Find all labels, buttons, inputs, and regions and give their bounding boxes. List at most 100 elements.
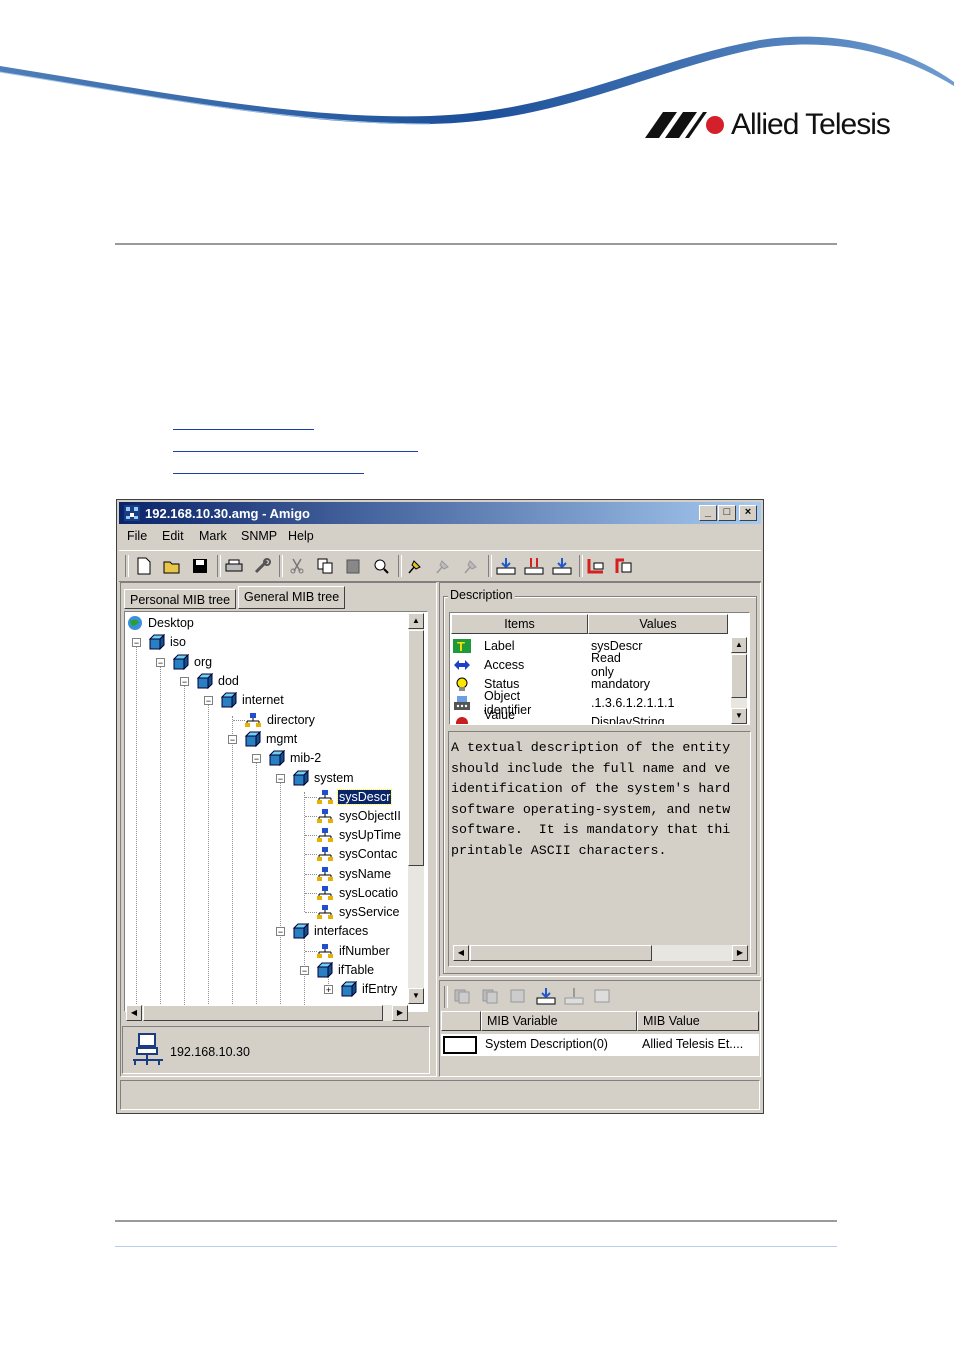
unpin-icon[interactable] (432, 555, 454, 577)
scroll-thumb[interactable] (731, 654, 747, 698)
tree-node-system[interactable]: system (291, 769, 355, 787)
collapse-org-icon[interactable]: − (156, 658, 165, 668)
tree-node-iso[interactable]: iso (147, 633, 187, 651)
scroll-thumb[interactable] (470, 945, 652, 961)
tab-general-mib-tree[interactable]: General MIB tree (238, 586, 346, 609)
tree-node-sysservices[interactable]: sysService (316, 903, 400, 921)
collapse-iso-icon[interactable]: − (132, 638, 141, 648)
tree-node-internet[interactable]: internet (219, 691, 285, 709)
tree-node-dod[interactable]: dod (195, 672, 240, 690)
snmp-getnext-icon[interactable] (523, 555, 545, 577)
scroll-thumb[interactable] (143, 1005, 383, 1021)
snmp-set-icon[interactable] (585, 555, 607, 577)
unpin-all-icon[interactable] (460, 555, 482, 577)
property-row[interactable]: Status mandatory (452, 674, 650, 693)
column-header-values[interactable]: Values (588, 614, 728, 634)
tree-node-sysname[interactable]: sysName (316, 865, 392, 883)
property-row[interactable]: Value type DisplayString (452, 708, 665, 724)
link-underline[interactable] (173, 473, 364, 474)
menu-snmp[interactable]: SNMP (241, 529, 277, 543)
tree-node-directory[interactable]: directory (244, 711, 316, 729)
snmp-walk-icon[interactable] (551, 555, 573, 577)
minimize-button[interactable]: _ (699, 505, 717, 521)
tree-node-ifnumber[interactable]: ifNumber (316, 942, 391, 960)
collapse-dod-icon[interactable]: − (180, 677, 189, 687)
tree-node-desktop[interactable]: Desktop (127, 614, 195, 632)
find-icon[interactable] (370, 555, 392, 577)
edit-disabled-icon[interactable] (507, 985, 529, 1007)
tree-node-org[interactable]: org (171, 653, 213, 671)
table-row[interactable]: System Description(0) Allied Telesis Et.… (441, 1034, 759, 1056)
column-header-mib-variable[interactable]: MIB Variable (481, 1011, 637, 1031)
description-text-area[interactable]: A textual description of the entity shou… (448, 731, 751, 967)
tree-node-interfaces[interactable]: interfaces (291, 922, 369, 940)
menu-file[interactable]: File (127, 529, 147, 543)
maximize-button[interactable]: □ (718, 505, 736, 521)
property-row[interactable]: T Label sysDescr (452, 636, 642, 655)
tree-horizontal-scrollbar[interactable]: ◀ ▶ (126, 1005, 408, 1021)
paste-icon[interactable] (342, 555, 364, 577)
tools-icon[interactable] (251, 555, 273, 577)
property-row[interactable]: Object identifier .1.3.6.1.2.1.1.1 (452, 689, 674, 717)
globe-icon (128, 616, 142, 630)
menu-mark[interactable]: Mark (199, 529, 227, 543)
copy-all-disabled-icon[interactable] (479, 985, 501, 1007)
menu-edit[interactable]: Edit (162, 529, 184, 543)
scroll-right-icon[interactable]: ▶ (732, 945, 748, 961)
delete-disabled-icon[interactable] (591, 985, 613, 1007)
scroll-left-icon[interactable]: ◀ (126, 1005, 142, 1021)
print-icon[interactable] (223, 555, 245, 577)
scroll-left-icon[interactable]: ◀ (453, 945, 469, 961)
scroll-down-icon[interactable]: ▼ (408, 988, 424, 1004)
new-file-icon[interactable] (133, 555, 155, 577)
save-icon[interactable] (189, 555, 211, 577)
column-header-blank[interactable] (441, 1011, 481, 1031)
copy-disabled-icon[interactable] (451, 985, 473, 1007)
snmp-get-icon[interactable] (495, 555, 517, 577)
collapse-interfaces-icon[interactable]: − (276, 927, 285, 937)
collapse-system-icon[interactable]: − (276, 774, 285, 784)
collapse-internet-icon[interactable]: − (204, 696, 213, 706)
open-folder-icon[interactable] (161, 555, 183, 577)
scroll-thumb[interactable] (408, 630, 424, 866)
tab-personal-mib-tree[interactable]: Personal MIB tree (124, 589, 237, 609)
snmp-set-disabled-icon[interactable] (563, 985, 585, 1007)
property-row[interactable]: Access Read only (452, 651, 621, 679)
expand-ifentry-icon[interactable]: + (324, 985, 333, 995)
app-network-icon (124, 505, 140, 521)
collapse-iftable-icon[interactable]: − (300, 966, 309, 976)
properties-vertical-scrollbar[interactable]: ▲ ▼ (731, 637, 747, 724)
collapse-mgmt-icon[interactable]: − (228, 735, 237, 745)
pin-icon[interactable] (404, 555, 426, 577)
description-line: software. It is mandatory that thi (451, 822, 731, 837)
scroll-up-icon[interactable]: ▲ (408, 613, 424, 629)
copy-icon[interactable] (314, 555, 336, 577)
column-header-mib-value[interactable]: MIB Value (637, 1011, 759, 1031)
scroll-right-icon[interactable]: ▶ (392, 1005, 408, 1021)
scroll-down-icon[interactable]: ▼ (731, 708, 747, 724)
menu-help[interactable]: Help (288, 529, 314, 543)
description-horizontal-scrollbar[interactable]: ◀ ▶ (453, 945, 748, 961)
close-button[interactable]: × (739, 505, 757, 521)
cut-icon[interactable] (286, 555, 308, 577)
window-titlebar[interactable]: 192.168.10.30.amg - Amigo _ □ × (119, 502, 761, 524)
tree-node-sysuptime[interactable]: sysUpTime (316, 826, 402, 844)
collapse-mib2-icon[interactable]: − (252, 754, 261, 764)
tree-node-mib2[interactable]: mib-2 (267, 749, 322, 767)
link-underline[interactable] (173, 429, 314, 430)
snmp-get-small-icon[interactable] (535, 985, 557, 1007)
tree-node-iftable[interactable]: ifTable (315, 961, 375, 979)
row-checkbox[interactable] (443, 1036, 477, 1054)
column-header-items[interactable]: Items (451, 614, 588, 634)
tree-node-mgmt[interactable]: mgmt (243, 730, 298, 748)
tree-node-syslocation[interactable]: sysLocatio (316, 884, 399, 902)
snmp-trap-icon[interactable] (613, 555, 635, 577)
leaf-node-icon (317, 905, 333, 919)
tree-node-ifentry[interactable]: ifEntry (339, 980, 398, 998)
tree-node-sysdescr[interactable]: sysDescr (316, 788, 393, 806)
tree-node-sysobjectid[interactable]: sysObjectII (316, 807, 402, 825)
tree-node-syscontact[interactable]: sysContac (316, 845, 398, 863)
tree-vertical-scrollbar[interactable]: ▲ ▼ (408, 613, 424, 1004)
link-underline[interactable] (173, 451, 418, 452)
scroll-up-icon[interactable]: ▲ (731, 637, 747, 653)
